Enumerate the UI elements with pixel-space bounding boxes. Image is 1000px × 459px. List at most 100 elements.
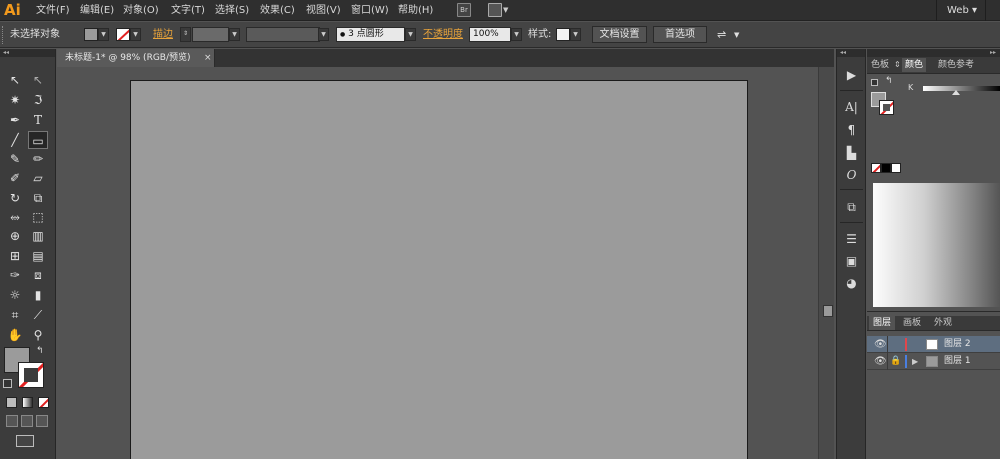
arrange-documents-icon[interactable] bbox=[488, 3, 502, 17]
eyedropper-tool-icon[interactable]: ✑ bbox=[5, 266, 25, 284]
chevron-down-icon[interactable]: ▼ bbox=[511, 28, 522, 41]
fill-swatch[interactable] bbox=[84, 28, 98, 41]
artboard[interactable] bbox=[130, 80, 748, 459]
layer-row[interactable]: 👁 图层 2 bbox=[867, 336, 1000, 353]
expand-icon[interactable]: ◂◂ bbox=[840, 49, 846, 56]
perspective-grid-tool-icon[interactable]: ▥ bbox=[28, 227, 48, 245]
sort-icon[interactable]: ⇕ bbox=[894, 58, 901, 72]
vertical-scrollbar[interactable] bbox=[818, 67, 834, 459]
layer-name[interactable]: 图层 2 bbox=[944, 337, 971, 352]
menu-select[interactable]: 选择(S) bbox=[215, 0, 249, 21]
mesh-tool-icon[interactable]: ⊞ bbox=[5, 247, 25, 265]
opacity-link[interactable]: 不透明度 bbox=[423, 22, 463, 48]
document-tab[interactable]: 未标题-1* @ 98% (RGB/预览) bbox=[57, 49, 215, 67]
document-setup-button[interactable]: 文档设置 bbox=[592, 26, 647, 43]
gradient-panel-icon[interactable]: ▣ bbox=[843, 253, 860, 270]
swap-colors-icon[interactable]: ↰ bbox=[36, 346, 44, 356]
color-mode-icon[interactable] bbox=[6, 397, 17, 408]
screen-mode-icon[interactable] bbox=[16, 435, 34, 447]
lasso-tool-icon[interactable]: ℑ bbox=[28, 91, 48, 109]
stroke-stepper[interactable]: ⇕ bbox=[180, 27, 191, 42]
menu-effect[interactable]: 效果(C) bbox=[260, 0, 295, 21]
draw-inside-icon[interactable] bbox=[36, 415, 48, 427]
menu-file[interactable]: 文件(F) bbox=[36, 0, 70, 21]
chevron-down-icon[interactable]: ▼ bbox=[734, 22, 739, 48]
tab-artboards[interactable]: 画板 bbox=[903, 316, 921, 330]
type-tool-icon[interactable]: T bbox=[28, 111, 48, 129]
layer-name[interactable]: 图层 1 bbox=[944, 354, 971, 369]
swap-colors-icon[interactable]: ↰ bbox=[885, 76, 893, 86]
align-options-icon[interactable]: ⇌ bbox=[717, 22, 726, 48]
workspace-switcher[interactable]: Web ▾ bbox=[947, 0, 977, 21]
gradient-tool-icon[interactable]: ▤ bbox=[28, 247, 48, 265]
scrollbar-thumb[interactable] bbox=[823, 305, 833, 317]
stroke-color-box[interactable] bbox=[18, 362, 44, 388]
draw-normal-icon[interactable] bbox=[6, 415, 18, 427]
stroke-panel-icon[interactable]: ☰ bbox=[843, 231, 860, 248]
actions-icon[interactable]: ▶ bbox=[843, 67, 860, 84]
chevron-down-icon[interactable]: ▼ bbox=[98, 28, 109, 41]
tab-layers[interactable]: 图层 bbox=[869, 316, 896, 330]
zoom-tool-icon[interactable]: ⚲ bbox=[28, 326, 48, 344]
menu-help[interactable]: 帮助(H) bbox=[398, 0, 433, 21]
menu-type[interactable]: 文字(T) bbox=[171, 0, 205, 21]
collapse-icon[interactable]: ▸▸ bbox=[990, 49, 996, 56]
chevron-down-icon[interactable]: ▼ bbox=[318, 28, 329, 41]
tab-color[interactable]: 颜色 bbox=[902, 58, 927, 72]
menu-object[interactable]: 对象(O) bbox=[123, 0, 159, 21]
default-colors-icon[interactable] bbox=[871, 79, 878, 86]
selection-tool-icon[interactable]: ↖ bbox=[5, 71, 25, 89]
stroke-weight-field[interactable] bbox=[192, 27, 229, 42]
pen-tool-icon[interactable]: ✒ bbox=[5, 111, 25, 129]
paintbrush-tool-icon[interactable]: ✎ bbox=[5, 150, 25, 168]
magic-wand-tool-icon[interactable]: ✷ bbox=[5, 91, 25, 109]
stroke-swatch[interactable] bbox=[116, 28, 130, 41]
pencil-tool-icon[interactable]: ✏ bbox=[28, 150, 48, 168]
visibility-eye-icon[interactable]: 👁 bbox=[874, 338, 887, 351]
opacity-field[interactable]: 100% bbox=[469, 27, 511, 42]
default-colors-icon[interactable] bbox=[3, 379, 12, 388]
chevron-down-icon[interactable]: ▼ bbox=[405, 28, 416, 41]
scale-tool-icon[interactable]: ⧉ bbox=[28, 189, 48, 207]
tab-color-guide[interactable]: 颜色参考 bbox=[938, 58, 974, 72]
expand-triangle-icon[interactable]: ▶ bbox=[912, 355, 918, 368]
paragraph-icon[interactable]: ¶ bbox=[843, 122, 860, 139]
symbol-sprayer-tool-icon[interactable]: ☼ bbox=[5, 286, 25, 304]
stroke-color-box[interactable] bbox=[879, 100, 894, 115]
white-color-chip[interactable] bbox=[891, 163, 901, 173]
close-icon[interactable]: × bbox=[204, 49, 212, 67]
menu-edit[interactable]: 编辑(E) bbox=[80, 0, 114, 21]
graphic-style-swatch[interactable] bbox=[556, 28, 570, 41]
hand-tool-icon[interactable]: ✋ bbox=[5, 326, 25, 344]
brush-definition[interactable]: ● 3 点圆形 bbox=[336, 27, 405, 42]
tabs-icon[interactable]: ▙ bbox=[843, 145, 860, 162]
character-icon[interactable]: A| bbox=[843, 99, 860, 116]
gradient-mode-icon[interactable] bbox=[22, 397, 33, 408]
eraser-tool-icon[interactable]: ▱ bbox=[28, 169, 48, 187]
k-slider[interactable] bbox=[923, 86, 1000, 91]
rectangle-tool-icon[interactable]: ▭ bbox=[28, 131, 48, 149]
layer-row[interactable]: 👁 🔒 ▶ 图层 1 bbox=[867, 353, 1000, 370]
line-tool-icon[interactable]: ╱ bbox=[5, 131, 25, 149]
preferences-button[interactable]: 首选项 bbox=[653, 26, 707, 43]
opentype-icon[interactable]: O bbox=[843, 167, 860, 184]
variable-width-profile[interactable] bbox=[246, 27, 320, 42]
color-spectrum[interactable] bbox=[873, 183, 1000, 307]
menu-view[interactable]: 视图(V) bbox=[306, 0, 341, 21]
shape-builder-tool-icon[interactable]: ⊕ bbox=[5, 227, 25, 245]
none-mode-icon[interactable] bbox=[38, 397, 49, 408]
stroke-link[interactable]: 描边 bbox=[153, 22, 173, 48]
draw-behind-icon[interactable] bbox=[21, 415, 33, 427]
chevron-down-icon[interactable]: ▼ bbox=[570, 28, 581, 41]
collapse-icon[interactable]: ◂◂ bbox=[3, 49, 9, 56]
blob-brush-tool-icon[interactable]: ✐ bbox=[5, 169, 25, 187]
tab-swatches[interactable]: 色板 bbox=[871, 58, 889, 72]
blend-tool-icon[interactable]: ⧈ bbox=[28, 266, 48, 284]
artboard-tool-icon[interactable]: ⌗ bbox=[5, 306, 25, 324]
black-color-chip[interactable] bbox=[881, 163, 891, 173]
menu-window[interactable]: 窗口(W) bbox=[351, 0, 389, 21]
column-graph-tool-icon[interactable]: ▮ bbox=[28, 286, 48, 304]
transform-icon[interactable]: ⧉ bbox=[843, 199, 860, 216]
chevron-down-icon[interactable]: ▼ bbox=[130, 28, 141, 41]
visibility-eye-icon[interactable]: 👁 bbox=[874, 355, 887, 368]
